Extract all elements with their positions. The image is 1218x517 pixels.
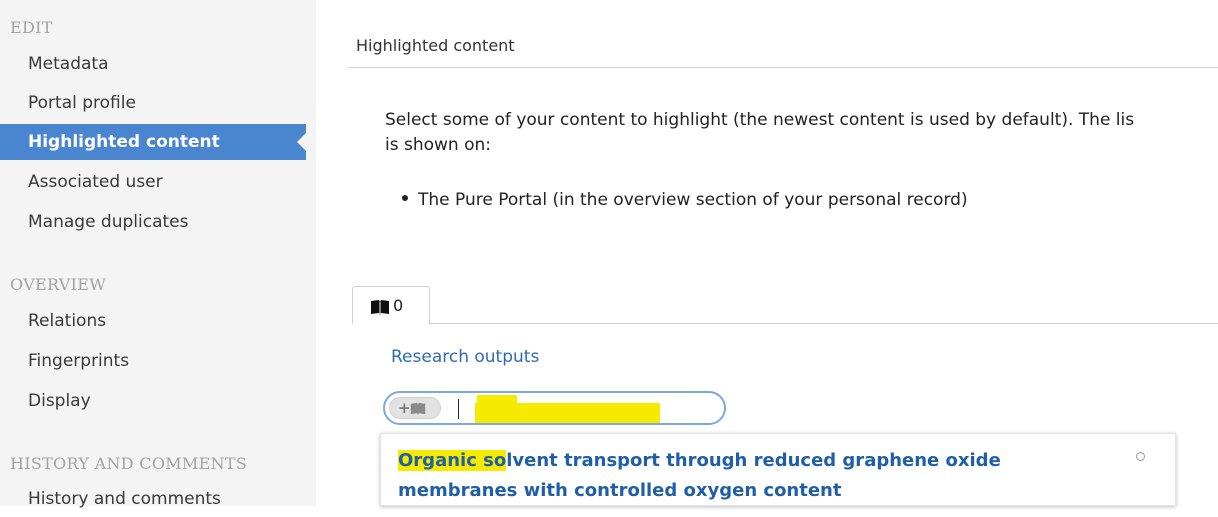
tab-baseline <box>430 323 1218 324</box>
search-input[interactable]: + <box>383 391 726 425</box>
sidebar-item-associated-user[interactable]: Associated user <box>0 164 306 200</box>
description-line-1: Select some of your content to highlight… <box>385 110 1135 130</box>
description: Select some of your content to highlight… <box>385 108 1215 158</box>
redaction-mark-top <box>477 395 517 405</box>
redaction-mark <box>475 403 660 423</box>
active-indicator <box>297 132 307 152</box>
sidebar-item-highlighted-content[interactable]: Highlighted content <box>0 124 307 160</box>
section-label: Research outputs <box>391 347 540 367</box>
sidebar-item-portal-profile[interactable]: Portal profile <box>0 85 306 121</box>
add-book-icon <box>410 402 426 415</box>
sidebar-item-fingerprints[interactable]: Fingerprints <box>0 343 306 379</box>
add-book-button[interactable]: + <box>389 397 441 419</box>
description-line-2: is shown on: <box>385 135 492 155</box>
tab-count: 0 <box>393 296 404 315</box>
sidebar-item-label: Highlighted content <box>28 132 220 152</box>
section-title-edit: EDIT <box>10 18 53 37</box>
bullet-text: The Pure Portal (in the overview section… <box>418 190 968 210</box>
result-item[interactable]: Organic solvent transport through reduce… <box>398 446 1088 506</box>
tab-research-outputs[interactable]: 0 <box>352 286 430 324</box>
sidebar-item-relations[interactable]: Relations <box>0 303 306 339</box>
sidebar: EDIT Metadata Portal profile Highlighted… <box>0 0 316 509</box>
plus-icon: + <box>398 399 411 417</box>
book-icon <box>370 299 390 319</box>
title-divider <box>348 67 1218 68</box>
result-select-radio[interactable] <box>1136 452 1145 461</box>
text-cursor <box>458 399 459 419</box>
section-title-history: HISTORY AND COMMENTS <box>10 454 248 473</box>
sidebar-item-display[interactable]: Display <box>0 383 306 419</box>
sidebar-item-manage-duplicates[interactable]: Manage duplicates <box>0 204 306 240</box>
section-title-overview: OVERVIEW <box>10 275 106 294</box>
bullet-item: The Pure Portal (in the overview section… <box>402 190 968 210</box>
page-title: Highlighted content <box>356 36 515 55</box>
sidebar-item-history-and-comments[interactable]: History and comments <box>0 481 306 517</box>
result-title-highlight: Organic so <box>398 450 507 471</box>
sidebar-item-metadata[interactable]: Metadata <box>0 46 306 82</box>
search-results-dropdown: Organic solvent transport through reduce… <box>380 433 1176 506</box>
bullet-dot <box>402 195 408 201</box>
